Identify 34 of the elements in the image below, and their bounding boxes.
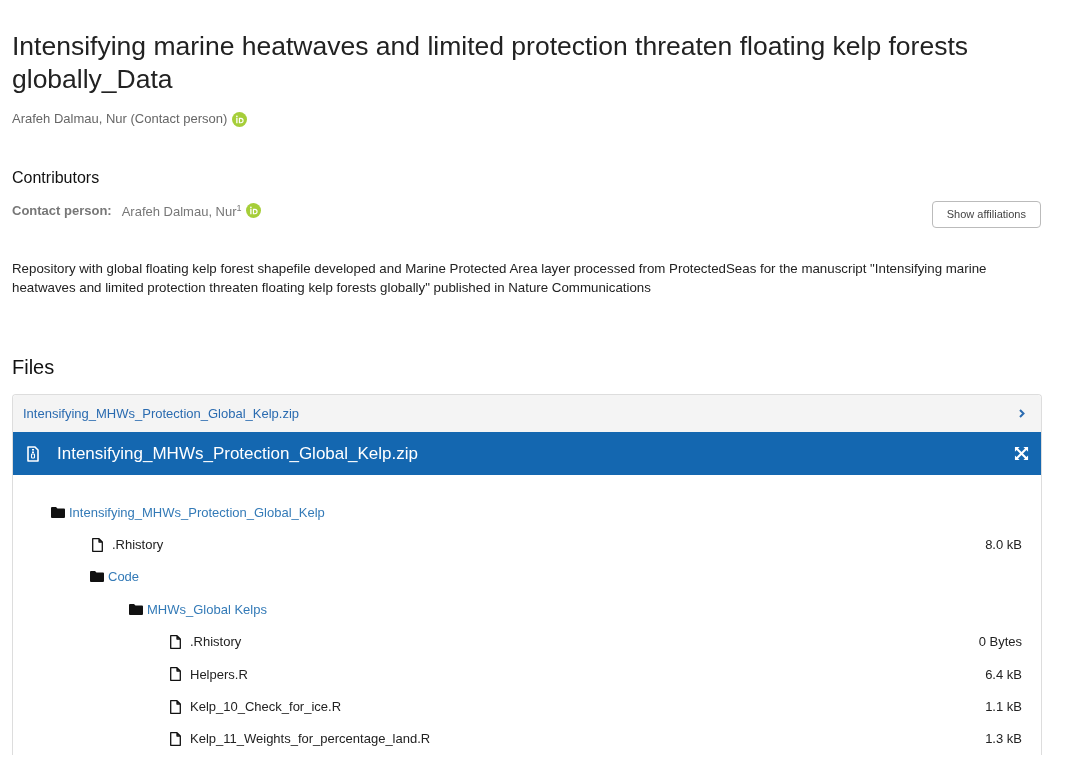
folder-icon bbox=[129, 603, 143, 615]
section-heading: Files bbox=[12, 355, 56, 379]
file-name: .Rhistory bbox=[112, 537, 165, 553]
file-icon bbox=[92, 537, 103, 552]
file-name: Kelp_11_Weights_for_percentage_land.R bbox=[190, 731, 432, 747]
file-size: 8.0 kB bbox=[985, 537, 1022, 553]
file-size: 6.4 kB bbox=[985, 666, 1022, 682]
file-size: 1.3 kB bbox=[985, 731, 1022, 747]
file-icon bbox=[170, 667, 181, 682]
fullscreen-icon[interactable] bbox=[1014, 446, 1029, 461]
folder-link[interactable]: Intensifying_MHWs_Protection_Global_Kelp bbox=[69, 504, 325, 520]
file-icon bbox=[170, 731, 181, 746]
archive-link[interactable]: Intensifying_MHWs_Protection_Global_Kelp.zip bbox=[23, 406, 300, 421]
folder-icon bbox=[51, 506, 65, 518]
file-name: Kelp_10_Check_for_ice.R bbox=[190, 699, 343, 715]
file-name: Helpers.R bbox=[190, 666, 249, 682]
show-affiliations-button[interactable]: Show affiliations bbox=[931, 200, 1041, 228]
folder-link[interactable]: MHWs_Global Kelps bbox=[147, 601, 267, 617]
folder-link[interactable]: Code bbox=[108, 569, 140, 585]
zip-file-icon bbox=[27, 445, 39, 462]
chevron-right-icon[interactable] bbox=[1019, 409, 1025, 418]
contributor-role: Contact person: bbox=[12, 203, 112, 219]
contributor-name: Arafeh Dalmau, Nur$^{1}$ bbox=[121, 202, 242, 220]
file-size: 0 Bytes bbox=[978, 634, 1022, 650]
file-icon bbox=[170, 634, 181, 649]
file-name: .Rhistory bbox=[190, 634, 243, 650]
file-icon bbox=[170, 699, 181, 714]
file-size: 1.1 kB bbox=[985, 699, 1022, 715]
author-name: Arafeh Dalmau, Nur (Contact person) bbox=[12, 110, 228, 128]
description-text: Repository with global floating kelp forest shapefile developed and Marine Protected Area layer processed from ProtectedSeas for the manuscript "Intensifying marine heatwaves and limited protection threaten floating kelp forests globally" published in Nature Communications bbox=[12, 260, 988, 297]
section-heading: Contributors bbox=[12, 168, 101, 188]
page-title: Intensifying marine heatwaves and limited protection threaten floating kelp forests globally_Data bbox=[12, 30, 969, 96]
folder-icon bbox=[90, 571, 104, 583]
preview-title: Intensifying_MHWs_Protection_Global_Kelp.zip bbox=[57, 443, 419, 464]
